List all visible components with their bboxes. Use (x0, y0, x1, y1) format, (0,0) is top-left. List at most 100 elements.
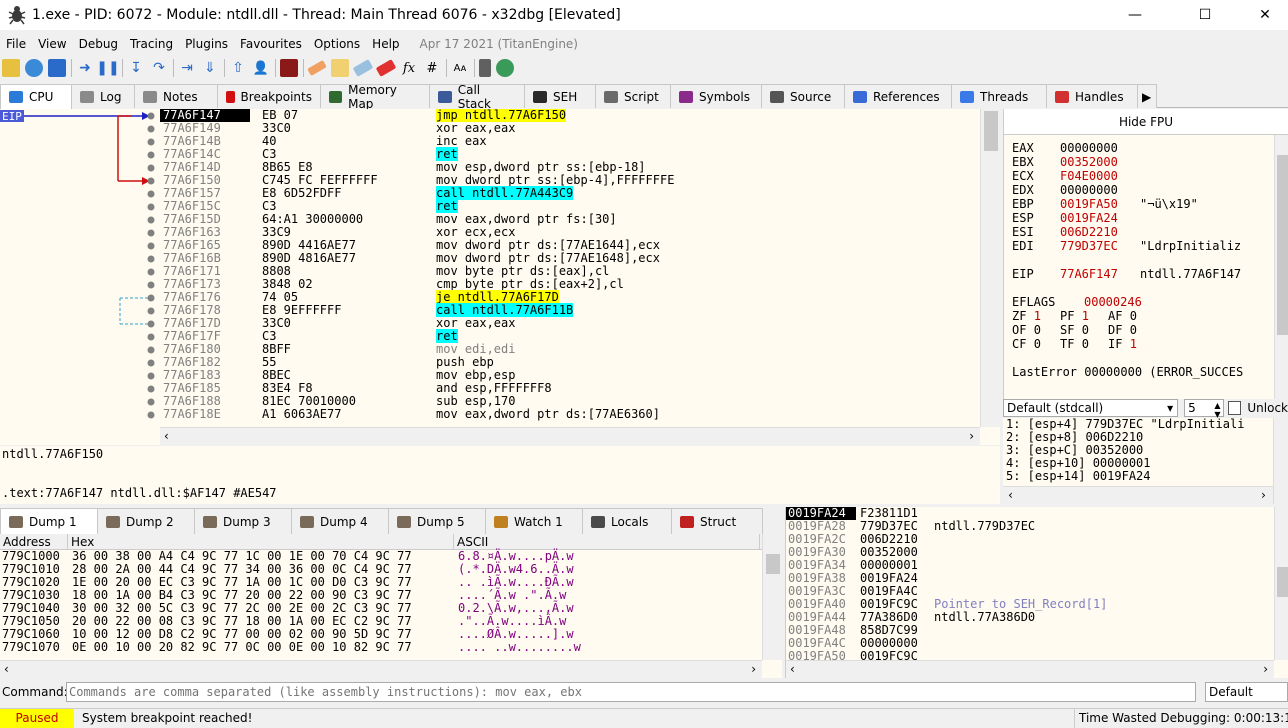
breakpoint-dot[interactable] (147, 372, 155, 380)
pause-icon[interactable]: ❚❚ (96, 59, 119, 77)
tab-seh[interactable]: SEH (524, 84, 596, 108)
command-input[interactable] (66, 682, 1196, 702)
tab-dump-3[interactable]: Dump 3 (194, 508, 292, 534)
stack-argument[interactable]: 5: [esp+14] 0019FA24 (1006, 470, 1244, 483)
register-esp[interactable]: ESP 0019FA24 (1012, 211, 1140, 225)
disassembly-row[interactable]: 77A6F157 E8 6D52FDFF call ntdll.77A443C9 (160, 186, 980, 200)
disassembly-row[interactable]: 77A6F149 33C0 xor eax,eax (160, 122, 980, 135)
scrollbar-thumb[interactable] (984, 111, 998, 151)
hide-fpu-button[interactable]: Hide FPU (1004, 109, 1288, 135)
register-esi[interactable]: ESI 006D2210 (1012, 225, 1140, 239)
dump-header-ascii[interactable]: ASCII (454, 534, 760, 549)
tab-script[interactable]: Script (595, 84, 671, 108)
scylla-icon[interactable] (280, 59, 298, 77)
dump-horizontal-scrollbar[interactable]: ‹ › (0, 660, 762, 678)
scrollbar-thumb[interactable] (766, 554, 780, 574)
breakpoint-dot[interactable] (147, 398, 155, 406)
breakpoint-dot[interactable] (147, 385, 155, 393)
bookmark-icon[interactable] (375, 59, 397, 77)
breakpoint-dot[interactable] (147, 242, 155, 250)
label-icon[interactable] (352, 59, 374, 77)
breakpoint-dot[interactable] (147, 164, 155, 172)
register-ecx[interactable]: ECX F04E0000 (1012, 169, 1140, 183)
tab-dump-2[interactable]: Dump 2 (97, 508, 195, 534)
register-edi[interactable]: EDI 779D37EC "LdrpInitializ (1012, 239, 1241, 253)
disassembly-row[interactable]: 77A6F18E A1 6063AE77 mov eax,dword ptr ds:… (160, 408, 980, 421)
menu-tracing[interactable]: Tracing (124, 37, 179, 51)
flag-sf[interactable]: SF 0 (1060, 323, 1108, 337)
menu-plugins[interactable]: Plugins (179, 37, 234, 51)
stack-args-scrollbar[interactable] (1273, 418, 1288, 504)
tab-dump-4[interactable]: Dump 4 (291, 508, 389, 534)
dump-header-address[interactable]: Address (0, 534, 68, 549)
maximize-button[interactable]: ☐ (1182, 0, 1228, 30)
disassembly-row[interactable]: 77A6F17D 33C0 xor eax,eax (160, 317, 980, 330)
hash-icon[interactable]: # (423, 59, 441, 77)
menu-options[interactable]: Options (308, 37, 366, 51)
execute-till-return-icon[interactable]: ⇧ (229, 59, 247, 77)
register-eax[interactable]: EAX 00000000 (1012, 141, 1140, 155)
register-eip[interactable]: EIP 77A6F147 ntdll.77A6F147 (1012, 267, 1241, 281)
breakpoint-dot[interactable] (147, 216, 155, 224)
open-icon[interactable] (2, 59, 20, 77)
registers-scrollbar[interactable] (1274, 135, 1288, 399)
tab-breakpoints[interactable]: Breakpoints (217, 84, 321, 108)
breakpoint-dot[interactable] (147, 255, 155, 263)
calling-convention-select[interactable]: Default (stdcall) ▾ (1003, 399, 1179, 417)
scrollbar-thumb[interactable] (1277, 155, 1288, 335)
tab-symbols[interactable]: Symbols (670, 84, 762, 108)
disassembly-view[interactable]: EIP 77A6F147 EB 07 jmp ntdll.77A6F150 77A6F… (0, 109, 1000, 445)
flag-tf[interactable]: TF 0 (1060, 337, 1108, 351)
scroll-right-icon[interactable]: › (751, 662, 756, 676)
argument-count-spinner[interactable]: 5 ▲ ▼ (1184, 399, 1224, 419)
breakpoint-dot[interactable] (147, 294, 155, 302)
scroll-left-icon[interactable]: ‹ (4, 662, 9, 676)
close-button[interactable]: ✕ (1242, 0, 1288, 30)
tab-source[interactable]: Source (761, 84, 845, 108)
menu-view[interactable]: View (32, 37, 72, 51)
scroll-left-icon[interactable]: ‹ (1007, 488, 1014, 502)
font-icon[interactable]: Aᴀ (451, 59, 469, 77)
tab-struct[interactable]: Struct (671, 508, 763, 534)
function-icon[interactable]: fx (400, 59, 418, 77)
flag-df[interactable]: DF 0 (1108, 323, 1156, 337)
menu-debug[interactable]: Debug (73, 37, 124, 51)
stack-view[interactable]: 0019FA24 F23811D1 0019FA28 779D37EC ntdll.77… (785, 507, 1288, 678)
register-ebx[interactable]: EBX 00352000 (1012, 155, 1140, 169)
breakpoint-dot[interactable] (147, 320, 155, 328)
disassembly-vertical-scrollbar[interactable] (980, 109, 1000, 427)
menu-help[interactable]: Help (366, 37, 405, 51)
breakpoint-dot[interactable] (147, 307, 155, 315)
tab-call-stack[interactable]: Call Stack (429, 83, 525, 111)
disassembly-row[interactable]: 77A6F180 8BFF mov edi,edi (160, 343, 980, 356)
run-icon[interactable]: ➜ (76, 59, 94, 77)
tab-scroll-right-icon[interactable]: ▶ (1137, 84, 1157, 108)
flag-pf[interactable]: PF 1 (1060, 309, 1108, 323)
hex-dump-view[interactable]: Address Hex ASCII 779C1000 36 00 38 00 A4… (0, 534, 782, 678)
breakpoint-dot[interactable] (147, 138, 155, 146)
flag-of[interactable]: OF 0 (1012, 323, 1060, 337)
tab-cpu[interactable]: CPU (0, 84, 72, 109)
stack-horizontal-scrollbar[interactable]: ‹ › (786, 660, 1274, 678)
disassembly-horizontal-scrollbar[interactable]: ‹ › (160, 427, 980, 445)
breakpoint-dot[interactable] (147, 203, 155, 211)
scroll-right-icon[interactable]: › (969, 429, 974, 443)
dump-vertical-scrollbar[interactable] (762, 534, 782, 660)
tab-locals[interactable]: Locals (582, 508, 672, 534)
scroll-left-icon[interactable]: ‹ (790, 662, 795, 676)
tab-watch-1[interactable]: Watch 1 (485, 508, 583, 534)
register-edx[interactable]: EDX 00000000 (1012, 183, 1140, 197)
breakpoint-dot[interactable] (147, 229, 155, 237)
register-ebp[interactable]: EBP 0019FA50 "¬ü\x19" (1012, 197, 1198, 211)
minimize-button[interactable]: — (1112, 0, 1158, 30)
tab-threads[interactable]: Threads (951, 84, 1047, 108)
dump-header-hex[interactable]: Hex (68, 534, 454, 549)
breakpoint-dot[interactable] (147, 125, 155, 133)
globe-icon[interactable] (496, 59, 514, 77)
scrollbar-thumb[interactable] (1277, 567, 1288, 597)
patch-icon[interactable] (307, 60, 327, 76)
breakpoint-dot[interactable] (147, 281, 155, 289)
tab-memory-map[interactable]: Memory Map (320, 83, 430, 111)
scroll-right-icon[interactable]: › (1263, 662, 1268, 676)
dump-row[interactable]: 779C1070 0E 00 10 00 20 82 9C 77 0C 00 0E… (0, 641, 782, 654)
